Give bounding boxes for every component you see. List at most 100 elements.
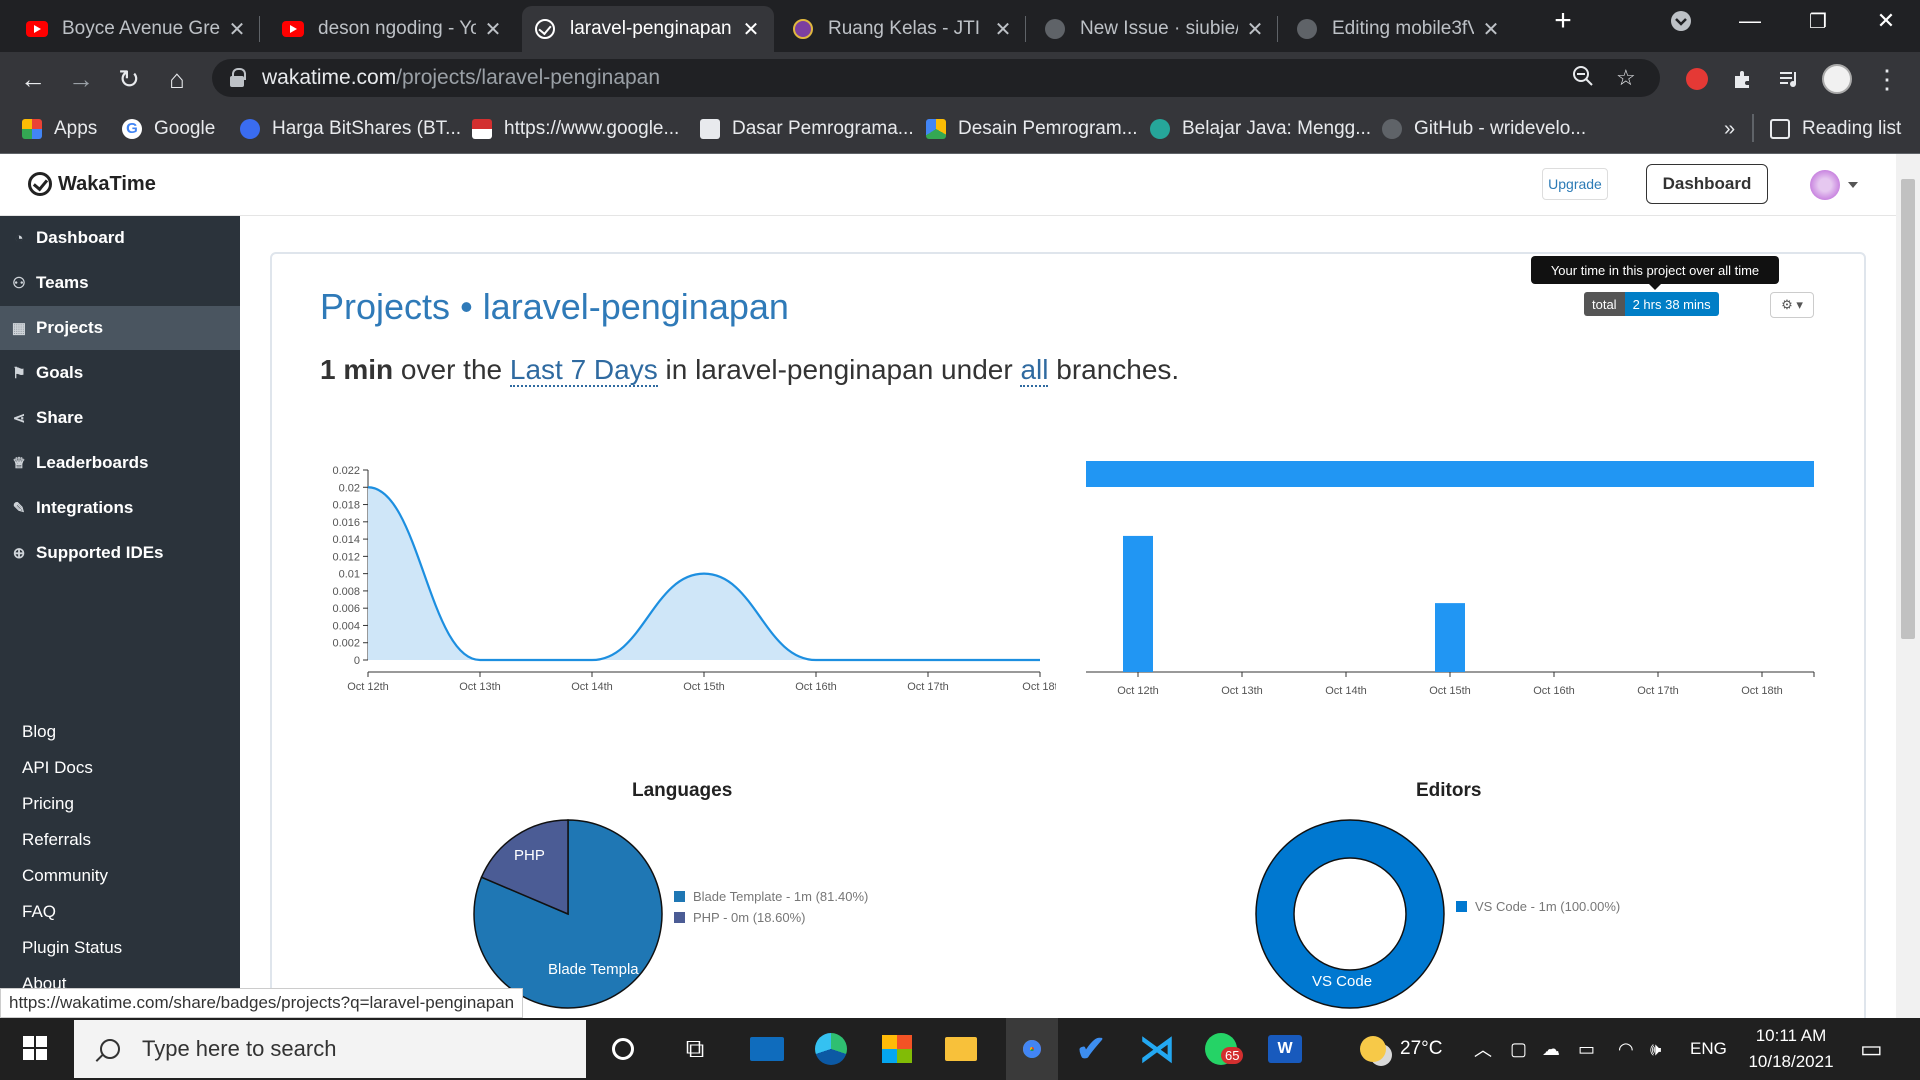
whatsapp-icon[interactable]: 65 [1202,1031,1244,1067]
vscode-icon[interactable]: ⋊ [1138,1028,1176,1069]
file-explorer-icon[interactable] [942,1031,980,1067]
bookmark-desain[interactable]: Desain Pemrogram... [926,114,1138,144]
sidebar-link-community[interactable]: Community [22,866,108,886]
volume-icon[interactable]: 🕪 [1650,1018,1661,1080]
browser-tab-active[interactable]: laravel-penginapan ✕ [522,6,774,52]
omnibox[interactable]: wakatime.com/projects/laravel-penginapan… [212,59,1660,97]
total-time-badge[interactable]: total 2 hrs 38 mins [1584,292,1719,316]
dashboard-button[interactable]: Dashboard [1646,164,1768,204]
sidebar-item-projects[interactable]: ▦ Projects [0,306,240,350]
site-logo[interactable]: WakaTime [28,172,156,196]
settings-dropdown[interactable]: ⚙ ▾ [1770,292,1814,318]
sidebar-link-api-docs[interactable]: API Docs [22,758,93,778]
branch-selector[interactable]: all [1020,354,1049,387]
new-tab-button[interactable]: + [1526,0,1600,42]
weather-widget[interactable]: 27°C [1360,1018,1442,1080]
close-tab-icon[interactable]: ✕ [1244,17,1266,42]
restore-icon[interactable]: ❐ [1784,0,1852,42]
legend-item[interactable]: Blade Template - 1m (81.40%) [674,886,868,907]
close-tab-icon[interactable]: ✕ [482,17,504,42]
reading-list-button[interactable]: Reading list [1770,114,1901,144]
star-icon[interactable]: ☆ [1616,65,1636,91]
taskbar-search-input[interactable]: Type here to search [74,1020,586,1078]
forward-icon[interactable]: → [64,62,98,96]
notifications-icon[interactable]: ▭ [1860,1018,1883,1080]
x-tick-label: Oct 13th [459,681,501,693]
close-tab-icon[interactable]: ✕ [992,17,1014,42]
battery-icon[interactable]: ▭ [1578,1018,1595,1080]
browser-tab[interactable]: New Issue · siubie/ ✕ [1032,6,1278,52]
word-icon[interactable]: W [1266,1031,1304,1067]
mail-icon[interactable] [748,1031,786,1067]
tray-chevron-icon[interactable]: ︿ [1474,1018,1492,1080]
media-icon[interactable] [1772,62,1806,96]
menu-icon[interactable]: ⋮ [1870,62,1904,96]
puzzle-icon[interactable] [1726,62,1760,96]
upgrade-button[interactable]: Upgrade [1542,168,1608,200]
task-view-icon[interactable]: ⧉ [676,1031,714,1067]
close-tab-icon[interactable]: ✕ [740,17,762,42]
browser-tab[interactable]: Ruang Kelas - JTI PO ✕ [780,6,1026,52]
sidebar-item-supported-ides[interactable]: ⊕ Supported IDEs [0,531,240,575]
close-tab-icon[interactable]: ✕ [226,17,248,42]
gear-icon: ⚙ [1781,297,1793,312]
meet-now-icon[interactable]: ▢ [1510,1018,1527,1080]
browser-tab[interactable]: Editing mobile3fV2 ✕ [1284,6,1514,52]
browser-tab[interactable]: Boyce Avenue Great ✕ [14,6,260,52]
minimize-icon[interactable]: — [1716,0,1784,42]
wifi-icon[interactable]: ◠ [1618,1018,1634,1080]
windows-start-icon[interactable] [16,1030,54,1066]
bookmark-bitshares[interactable]: Harga BitShares (BT... [240,114,461,144]
tab-search-icon[interactable] [1650,0,1712,42]
sidebar-item-leaderboards[interactable]: ♕ Leaderboards [0,441,240,485]
todo-icon[interactable]: ✔ [1072,1028,1110,1069]
sidebar-item-integrations[interactable]: ✎ Integrations [0,486,240,530]
legend-item[interactable]: VS Code - 1m (100.00%) [1456,896,1620,917]
scrollbar-thumb[interactable] [1901,179,1915,639]
user-avatar[interactable] [1810,170,1840,200]
sidebar-item-goals[interactable]: ⚑ Goals [0,351,240,395]
bookmark-dasar[interactable]: Dasar Pemrograma... [700,114,914,144]
legend-item[interactable]: PHP - 0m (18.60%) [674,907,868,928]
bookmark-github[interactable]: GitHub - wridevelo... [1382,114,1586,144]
editors-title: Editors [1416,780,1482,801]
bookmark-belajar-java[interactable]: Belajar Java: Mengg... [1150,114,1371,144]
sidebar-link-pricing[interactable]: Pricing [22,794,74,814]
lock-icon[interactable] [230,68,246,88]
back-icon[interactable]: ← [16,62,50,96]
chrome-icon[interactable] [1006,1018,1058,1080]
extension-icon[interactable] [1680,62,1714,96]
bookmark-google[interactable]: G Google [122,114,215,144]
bookmarks-overflow[interactable]: » [1724,114,1735,144]
sidebar-item-dashboard[interactable]: ◔ Dashboard [0,216,240,260]
date-range-selector[interactable]: Last 7 Days [509,354,658,387]
sidebar-link-referrals[interactable]: Referrals [22,830,91,850]
clock[interactable]: 10:11 AM 10/18/2021 [1744,1018,1838,1080]
close-tab-icon[interactable]: ✕ [1480,17,1502,42]
sidebar-link-plugin-status[interactable]: Plugin Status [22,938,122,958]
cortana-icon[interactable] [604,1031,642,1067]
edge-icon[interactable] [812,1031,850,1067]
bookmark-google-search[interactable]: https://www.google... [472,114,679,144]
sidebar-link-blog[interactable]: Blog [22,722,56,742]
input-language[interactable]: ENG [1690,1018,1727,1080]
profile-avatar[interactable] [1820,62,1854,96]
book-icon [700,119,720,139]
sidebar-item-share[interactable]: ⋖ Share [0,396,240,440]
breadcrumb-projects[interactable]: Projects [320,286,450,327]
store-icon[interactable] [878,1031,916,1067]
sidebar-link-faq[interactable]: FAQ [22,902,56,922]
bookmark-apps[interactable]: Apps [22,114,97,144]
bitshares-icon [240,119,260,139]
browser-tab[interactable]: deson ngoding - Yo ✕ [270,6,516,52]
zoom-icon[interactable] [1572,65,1594,93]
close-window-icon[interactable]: ✕ [1852,0,1920,42]
url-text[interactable]: wakatime.com/projects/laravel-penginapan [262,66,660,90]
onedrive-icon[interactable]: ☁ [1542,1018,1560,1080]
breadcrumb-project[interactable]: laravel-penginapan [483,286,789,327]
page-scrollbar[interactable] [1896,154,1920,1018]
chevron-down-icon[interactable] [1848,182,1858,188]
home-icon[interactable]: ⌂ [160,62,194,96]
sidebar-item-teams[interactable]: ⚇ Teams [0,261,240,305]
reload-icon[interactable]: ↻ [112,62,146,96]
